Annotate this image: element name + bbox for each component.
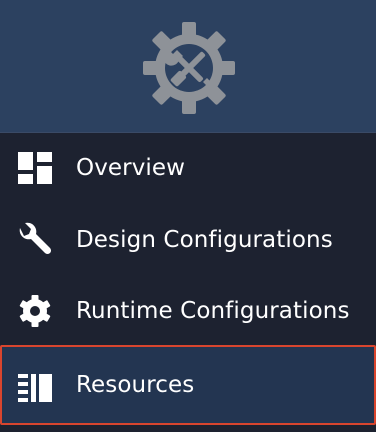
nav-item-label: Design Configurations [76, 227, 333, 253]
sidebar: Overview Design Configurations Runtime C… [0, 0, 376, 432]
wrench-icon [19, 222, 52, 255]
dashboard-grid-icon [18, 152, 52, 184]
sidebar-header [0, 0, 376, 133]
sidebar-bottom [0, 425, 376, 432]
nav-item-runtime-configurations[interactable]: Runtime Configurations [0, 276, 376, 346]
gear-icon [19, 295, 51, 327]
nav-item-label: Overview [76, 155, 186, 181]
list-columns-icon [18, 374, 52, 402]
nav-item-label: Resources [76, 372, 195, 398]
nav-item-overview[interactable]: Overview [0, 133, 376, 203]
gear-with-tools-icon[interactable] [141, 20, 237, 116]
nav-item-resources[interactable]: Resources [0, 345, 376, 425]
nav-item-design-configurations[interactable]: Design Configurations [0, 205, 376, 275]
nav-item-label: Runtime Configurations [76, 298, 350, 324]
